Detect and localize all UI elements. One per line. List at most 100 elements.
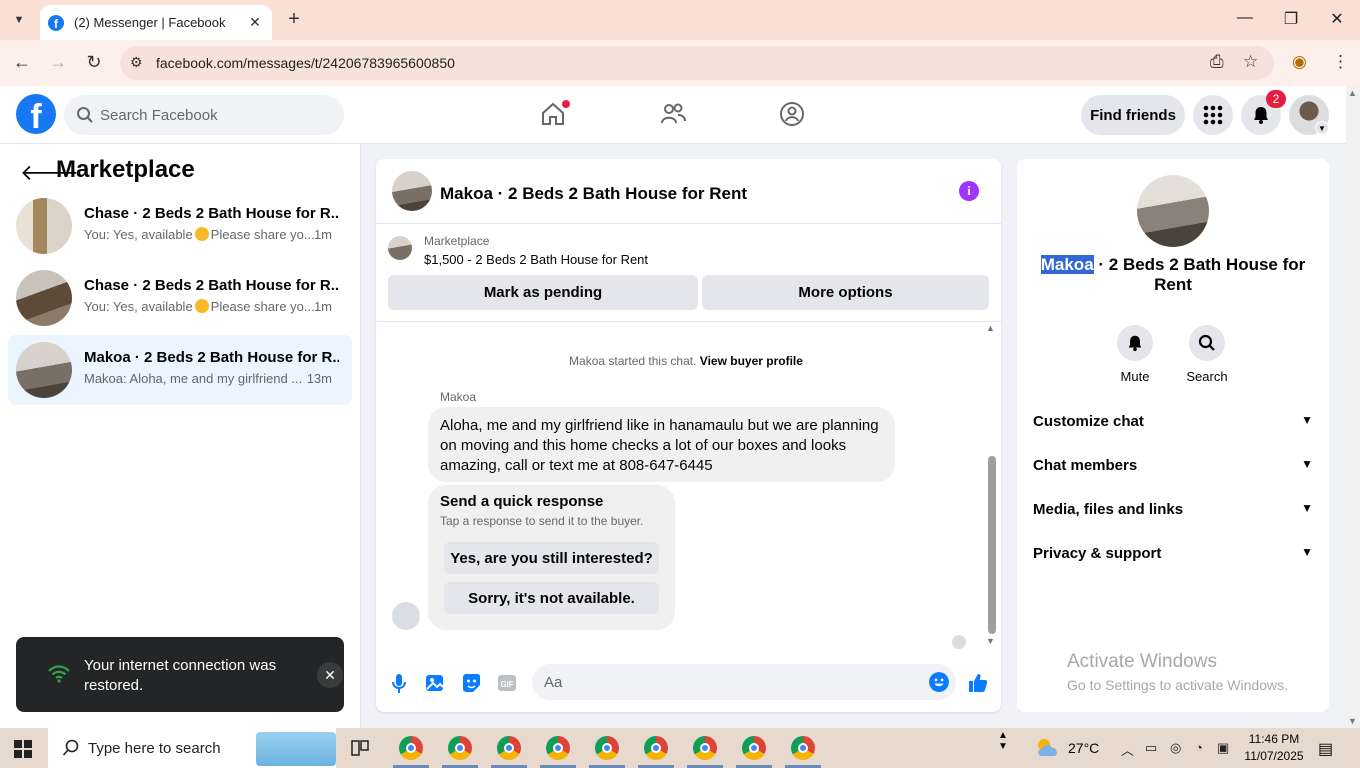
chrome-profile-5-icon[interactable] [595,736,619,760]
windows-taskbar: Type here to search ▲ ▼ 27°C ︿ ▭ ◎ ◔ ▣ 11… [0,728,1360,768]
message-placeholder: Aa [544,673,563,691]
marketplace-label: Marketplace [424,234,490,248]
install-app-icon[interactable]: ⎙ [1210,52,1224,72]
browser-address-bar: ← → ↻ ⚙ facebook.com/messages/t/24206783… [0,40,1360,86]
conversation-time: 13m [306,371,332,386]
minimize-icon[interactable]: — [1233,9,1257,27]
tab-search-chevron-icon[interactable]: ▼ [6,8,32,32]
page-scrollbar[interactable]: ▲ ▼ [1346,86,1360,728]
battery-icon[interactable]: ▭ [1145,740,1157,756]
like-thumb-icon[interactable] [967,672,989,694]
close-window-icon[interactable]: ✕ [1325,9,1349,29]
chat-members-section[interactable]: Chat members ▼ [1033,457,1313,474]
network-icon[interactable]: ◔ [1195,740,1203,755]
chat-title[interactable]: Makoa · 2 Beds 2 Bath House for Rent [440,184,747,204]
conversation-item-1[interactable]: Chase · 2 Beds 2 Bath House for R... You… [8,191,352,261]
message-input[interactable]: Aa [532,664,956,700]
search-conversation-button[interactable]: Search [1177,325,1237,384]
gif-icon[interactable]: GIF [496,672,518,694]
scroll-down-icon[interactable]: ▼ [1348,716,1357,726]
new-tab-plus-icon[interactable]: + [282,8,306,31]
conversation-title: Chase · 2 Beds 2 Bath House for R... [84,205,339,222]
browser-tab-bar: ▼ f (2) Messenger | Facebook ✕ + — ❐ ✕ [0,0,1360,40]
photo-icon[interactable] [424,672,446,694]
mute-button[interactable]: Mute [1105,325,1165,384]
search-icon [77,107,93,123]
more-options-button[interactable]: More options [702,275,989,310]
view-buyer-profile-link[interactable]: View buyer profile [700,354,803,368]
chrome-profile-8-icon[interactable] [742,736,766,760]
profile-icon[interactable]: ◉ [1292,52,1307,72]
tab-close-icon[interactable]: ✕ [246,14,264,31]
facebook-logo-icon[interactable]: f [16,94,56,134]
taskbar-search-input[interactable]: Type here to search [48,728,336,768]
search-label: Search [1186,369,1228,384]
divider [376,223,1001,224]
friends-icon[interactable] [659,100,687,128]
groups-icon[interactable] [778,100,806,128]
smile-emoji-icon [194,299,209,313]
menu-grid-button[interactable] [1193,95,1233,135]
conversation-item-2[interactable]: Chase · 2 Beds 2 Bath House for R... You… [8,263,352,333]
chat-scrollbar-thumb[interactable] [988,456,996,634]
chrome-profile-3-icon[interactable] [497,736,521,760]
meet-now-icon[interactable]: ◎ [1170,740,1181,756]
conversation-preview: You: Yes, available Please share yo... [84,227,315,242]
back-arrow-icon[interactable]: ← [10,52,34,73]
display-icon[interactable]: ▣ [1217,740,1229,756]
facebook-header: f Search Facebook Find friends [0,86,1346,144]
panel-title: Marketplace [56,156,195,183]
mark-as-pending-button[interactable]: Mark as pending [388,275,698,310]
conversation-info-icon[interactable]: i [959,181,979,201]
home-new-indicator [562,100,570,108]
notification-badge: 2 [1266,90,1286,108]
search-icon [62,739,79,756]
chrome-profile-2-icon[interactable] [448,736,472,760]
chevron-down-icon: ▼ [1301,413,1313,427]
chevron-down-icon: ▼ [1301,457,1313,471]
listing-photo [1137,175,1209,247]
chrome-profile-6-icon[interactable] [644,736,668,760]
account-chevron-down-icon[interactable]: ▼ [1315,121,1329,135]
reload-icon[interactable]: ↻ [82,52,106,73]
facebook-search-input[interactable]: Search Facebook [64,95,344,135]
chat-listing-thumbnail[interactable] [392,171,432,211]
maximize-icon[interactable]: ❐ [1279,9,1303,29]
emoji-icon[interactable] [929,672,949,692]
chrome-profile-4-icon[interactable] [546,736,570,760]
listing-price-title[interactable]: $1,500 - 2 Beds 2 Bath House for Rent [424,252,648,267]
toast-close-icon[interactable]: ✕ [317,662,343,688]
find-friends-button[interactable]: Find friends [1081,95,1185,135]
quick-reply-not-available-button[interactable]: Sorry, it's not available. [444,582,659,614]
chrome-profile-7-icon[interactable] [693,736,717,760]
forward-arrow-icon[interactable]: → [46,52,70,73]
sticker-icon[interactable] [460,672,482,694]
quick-reply-interested-button[interactable]: Yes, are you still interested? [444,542,659,574]
microphone-icon[interactable] [388,672,410,694]
bookmark-star-icon[interactable]: ☆ [1243,52,1258,72]
tray-overflow-chevron-icon[interactable]: ︿ [1121,740,1134,759]
details-title: Makoa · 2 Beds 2 Bath House for Rent [1040,255,1306,294]
scroll-up-icon[interactable]: ▲ [986,323,995,333]
browser-menu-icon[interactable]: ⋮ [1332,52,1349,72]
taskbar-scroll-chevron-icon[interactable]: ▲ ▼ [998,730,1008,752]
customize-chat-section[interactable]: Customize chat ▼ [1033,413,1313,430]
scroll-down-icon[interactable]: ▼ [986,636,995,646]
conversation-item-3[interactable]: Makoa · 2 Beds 2 Bath House for R... Mak… [8,335,352,405]
site-settings-icon[interactable]: ⚙ [130,54,143,71]
selected-text-highlight: Makoa [1040,255,1094,274]
chrome-profile-1-icon[interactable] [399,736,423,760]
notification-center-icon[interactable]: ▤ [1318,739,1333,759]
browser-tab-messenger[interactable]: f (2) Messenger | Facebook ✕ [40,5,272,40]
windows-start-icon[interactable] [14,740,32,758]
system-clock[interactable]: 11:46 PM 11/07/2025 [1244,731,1304,765]
scroll-up-icon[interactable]: ▲ [1348,88,1357,98]
weather-cloud-icon[interactable] [1034,736,1062,758]
media-files-links-section[interactable]: Media, files and links ▼ [1033,501,1313,518]
conversation-time: 1m [313,299,332,314]
privacy-support-section[interactable]: Privacy & support ▼ [1033,545,1313,562]
conversation-preview: You: Yes, available Please share yo... [84,299,315,314]
url-input[interactable]: ⚙ facebook.com/messages/t/24206783965600… [120,46,1274,80]
chrome-profile-9-icon[interactable] [791,736,815,760]
task-view-icon[interactable] [350,738,370,758]
